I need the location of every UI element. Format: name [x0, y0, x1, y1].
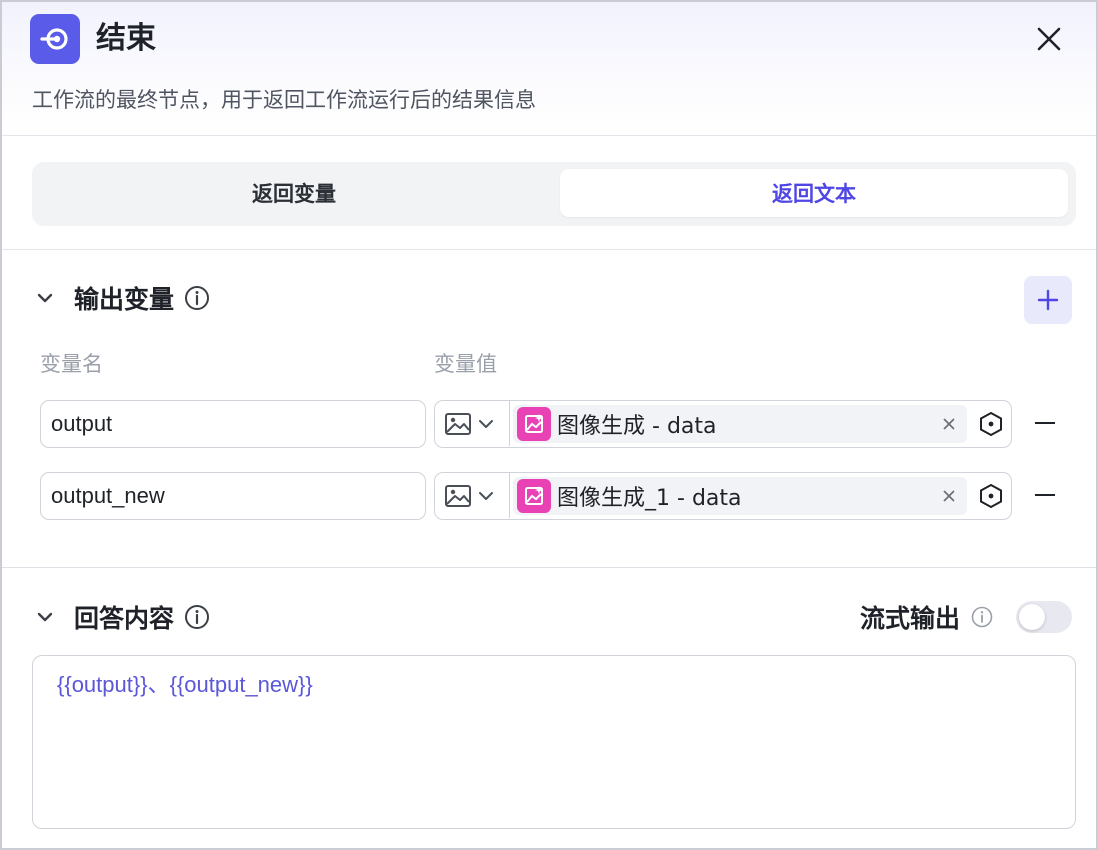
variable-token: {{output}} [57, 672, 148, 697]
value-type-select[interactable] [435, 401, 510, 446]
return-mode-tabs: 返回变量 返回文本 [32, 162, 1076, 226]
variable-reference-chip[interactable]: 图像生成 - data [513, 405, 967, 443]
toggle-knob [1019, 604, 1045, 630]
image-icon [445, 412, 471, 435]
info-icon[interactable] [184, 604, 210, 630]
token-separator: 、 [147, 672, 170, 697]
variable-reference-text: 图像生成_1 - data [557, 486, 742, 511]
image-generation-icon [517, 407, 551, 441]
answer-content-title: 回答内容 [74, 604, 175, 633]
variable-row: 图像生成 - data [2, 400, 1096, 448]
variable-picker-button[interactable] [977, 482, 1005, 510]
output-variables-section: 输出变量 变量名 变量值 图像生成 - data [2, 250, 1096, 568]
column-label-value: 变量值 [434, 352, 497, 376]
variable-reference-text: 图像生成 - data [557, 414, 717, 439]
add-variable-button[interactable] [1024, 276, 1072, 324]
variable-value-field: 图像生成 - data [434, 400, 1012, 448]
remove-variable-button[interactable] [1032, 410, 1058, 436]
clear-reference-button[interactable] [937, 484, 961, 508]
collapse-chevron-icon[interactable] [32, 604, 58, 630]
close-icon [943, 490, 955, 502]
output-variables-header: 输出变量 [32, 280, 210, 316]
page-title: 结束 [96, 21, 156, 56]
info-icon[interactable] [184, 285, 210, 311]
image-generation-icon [517, 479, 551, 513]
answer-content-header: 回答内容 [32, 599, 210, 635]
answer-content-editor[interactable]: {{output}}、{{output_new}} [32, 655, 1076, 829]
stream-output-control: 流式输出 [860, 599, 1072, 635]
close-icon [1037, 27, 1061, 51]
variable-name-input[interactable] [40, 400, 426, 448]
tab-return-text[interactable]: 返回文本 [560, 169, 1068, 217]
close-icon [943, 418, 955, 430]
minus-icon [1035, 494, 1055, 496]
variable-reference-chip[interactable]: 图像生成_1 - data [513, 477, 967, 515]
collapse-chevron-icon[interactable] [32, 285, 58, 311]
minus-icon [1035, 422, 1055, 424]
variable-token: {{output_new}} [169, 672, 313, 697]
variable-name-input[interactable] [40, 472, 426, 520]
image-icon [445, 484, 471, 507]
stream-output-toggle[interactable] [1016, 601, 1072, 633]
close-button[interactable] [1032, 22, 1066, 56]
plus-icon [1037, 289, 1059, 311]
answer-content-section: 回答内容 流式输出 {{output}}、{{output_new}} [2, 569, 1096, 848]
chevron-down-icon [479, 491, 493, 500]
page-subtitle: 工作流的最终节点，用于返回工作流运行后的结果信息 [32, 88, 536, 112]
clear-reference-button[interactable] [937, 412, 961, 436]
hexagon-variable-icon [980, 483, 1002, 509]
output-variables-title: 输出变量 [74, 285, 175, 314]
info-icon[interactable] [970, 605, 994, 629]
remove-variable-button[interactable] [1032, 482, 1058, 508]
end-node-panel: 结束 工作流的最终节点，用于返回工作流运行后的结果信息 返回变量 返回文本 输出… [0, 0, 1098, 850]
chevron-down-icon [479, 419, 493, 428]
variable-row: 图像生成_1 - data [2, 472, 1096, 520]
variable-picker-button[interactable] [977, 410, 1005, 438]
hexagon-variable-icon [980, 411, 1002, 437]
column-label-name: 变量名 [40, 352, 103, 376]
end-node-icon [30, 14, 80, 64]
panel-header: 结束 工作流的最终节点，用于返回工作流运行后的结果信息 [2, 2, 1096, 136]
return-mode-section: 返回变量 返回文本 [2, 136, 1096, 250]
variable-value-field: 图像生成_1 - data [434, 472, 1012, 520]
tab-return-variables[interactable]: 返回变量 [40, 169, 548, 217]
stream-output-label: 流式输出 [859, 604, 960, 633]
value-type-select[interactable] [435, 473, 510, 518]
